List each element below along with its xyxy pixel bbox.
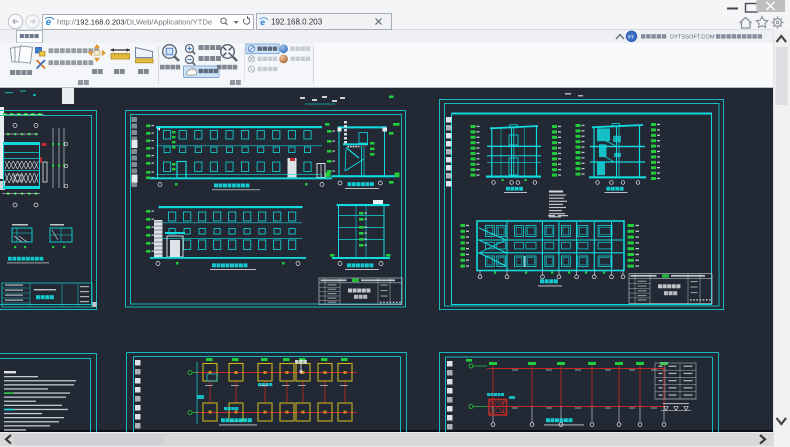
svg-text:192.168.0.203: 192.168.0.203	[271, 18, 323, 27]
svg-text:http://192.168.0.203/DLWeb/App: http://192.168.0.203/DLWeb/Application/Y…	[57, 18, 212, 27]
svg-text:YT: YT	[628, 35, 634, 41]
svg-text:DYTSSOFT.COM: DYTSSOFT.COM	[670, 34, 715, 40]
svg-text:e: e	[46, 17, 52, 28]
